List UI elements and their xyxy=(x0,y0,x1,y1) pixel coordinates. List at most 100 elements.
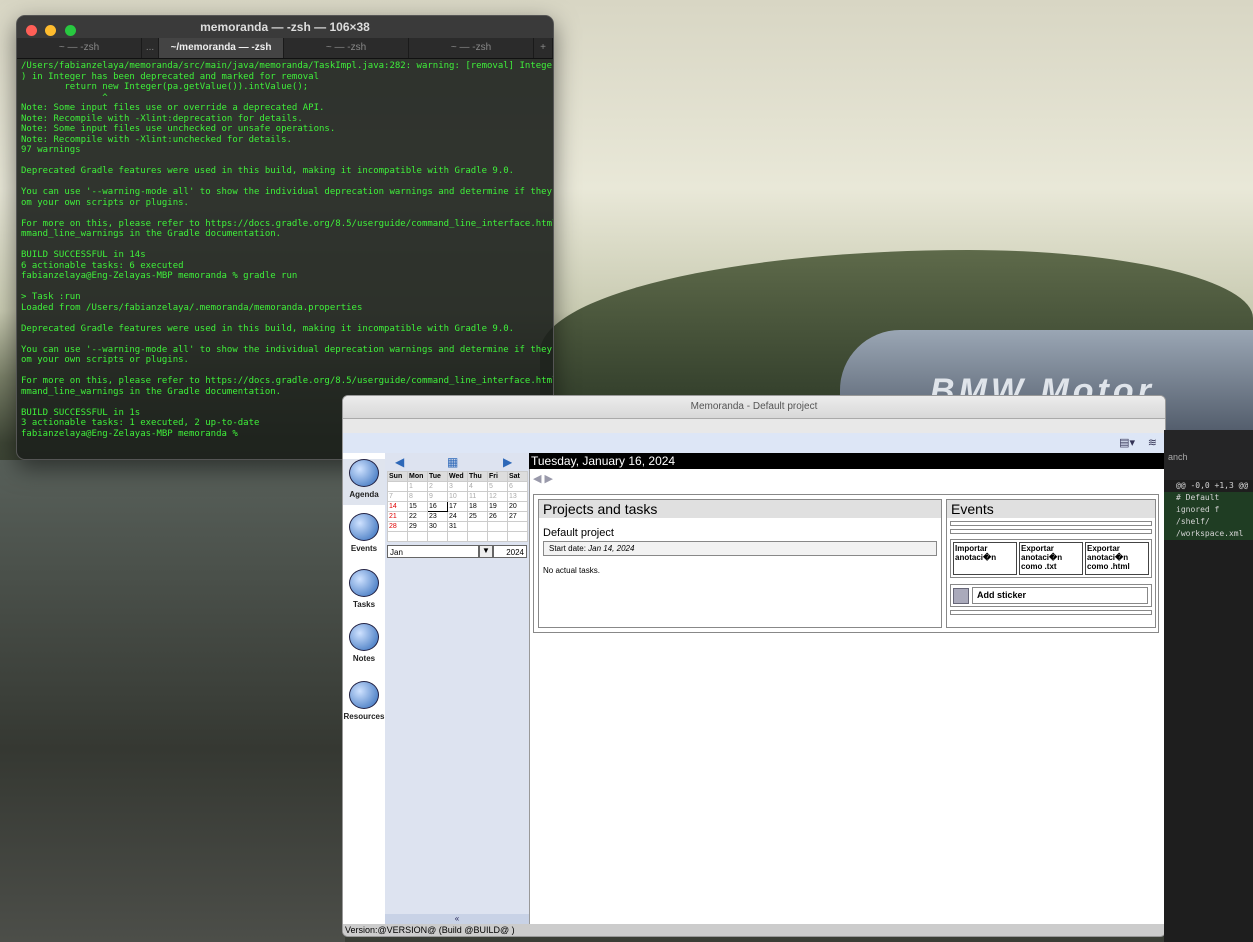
calendar-day[interactable]: 6 xyxy=(507,481,528,492)
sidebar-item-notes[interactable]: Notes xyxy=(343,623,385,663)
terminal-titlebar[interactable]: memoranda — -zsh — 106×38 xyxy=(17,16,553,38)
calendar-day[interactable] xyxy=(467,521,488,532)
version-label: Version:@VERSION@ (Build @BUILD@ ) xyxy=(343,924,1165,936)
calendar-day-selected[interactable]: 16 xyxy=(427,501,448,512)
sidebar-item-tasks[interactable]: Tasks xyxy=(343,569,385,609)
calendar-day[interactable]: 17 xyxy=(447,501,468,512)
calendar-day[interactable] xyxy=(447,531,468,542)
menubar[interactable] xyxy=(343,419,1165,433)
terminal-tab[interactable]: ~ — -zsh xyxy=(284,38,409,58)
events-heading: Events xyxy=(947,500,1155,518)
annotation-buttons: Importar anotaci�n Exportar anotaci�n co… xyxy=(950,539,1152,578)
date-header: Tuesday, January 16, 2024 xyxy=(529,453,1165,469)
month-year-selector: Jan ▼ 2024 xyxy=(387,545,527,558)
calendar-day[interactable]: 30 xyxy=(427,521,448,532)
calendar-panel: ◀ ▦ ▶ Sun Mon Tue Wed Thu Fri Sat 1 2 3 … xyxy=(385,453,530,924)
terminal-tab-active[interactable]: ~/memoranda — -zsh xyxy=(159,38,284,58)
calendar-day[interactable]: 29 xyxy=(407,521,428,532)
calendar-day[interactable]: 24 xyxy=(447,511,468,522)
divider xyxy=(950,529,1152,534)
start-date-label: Start date: xyxy=(549,544,586,553)
tab-overflow[interactable]: ... xyxy=(142,38,159,58)
calendar-day[interactable]: 20 xyxy=(507,501,528,512)
terminal-tab[interactable]: ~ — -zsh xyxy=(409,38,534,58)
weekday-header: Tue xyxy=(427,471,448,482)
calendar-day[interactable]: 2 xyxy=(427,481,448,492)
chevron-down-icon[interactable]: ▼ xyxy=(479,545,493,558)
sticker-icon[interactable] xyxy=(953,587,969,604)
year-spinner[interactable]: 2024 xyxy=(493,545,527,558)
calendar-day[interactable]: 31 xyxy=(447,521,468,532)
calendar-day[interactable] xyxy=(407,531,428,542)
project-name[interactable]: Default project xyxy=(543,527,937,539)
calendar-day[interactable]: 25 xyxy=(467,511,488,522)
calendar-day[interactable]: 9 xyxy=(427,491,448,502)
next-month-icon[interactable]: ▶ xyxy=(503,455,512,469)
sidebar-item-agenda[interactable]: Agenda xyxy=(343,459,385,505)
calendar-day[interactable]: 7 xyxy=(387,491,408,502)
today-icon[interactable]: ▦ xyxy=(447,455,458,469)
calendar-day[interactable] xyxy=(507,531,528,542)
editor-window[interactable]: anch @@ -0,0 +1,3 @@ # Default ignored f… xyxy=(1164,430,1253,942)
new-tab-button[interactable]: + xyxy=(534,38,553,58)
calendar-day[interactable]: 1 xyxy=(407,481,428,492)
import-annotation-button[interactable]: Importar anotaci�n xyxy=(953,542,1017,575)
minimize-button[interactable] xyxy=(45,25,57,36)
calendar-day[interactable] xyxy=(387,531,408,542)
calendar-day[interactable] xyxy=(487,531,508,542)
calendar-day[interactable]: 22 xyxy=(407,511,428,522)
diff-line: @@ -0,0 +1,3 @@ xyxy=(1176,481,1249,490)
memoranda-title: Memoranda - Default project xyxy=(343,396,1165,419)
calendar-day[interactable] xyxy=(467,531,488,542)
calendar-day[interactable] xyxy=(507,521,528,532)
calendar-day[interactable]: 13 xyxy=(507,491,528,502)
prev-month-icon[interactable]: ◀ xyxy=(395,455,404,469)
calendar-day[interactable] xyxy=(387,481,408,492)
export-html-button[interactable]: Exportar anotaci�n como .html xyxy=(1085,542,1149,575)
agenda-content: Projects and tasks Default project Start… xyxy=(533,494,1159,633)
terminal-title: memoranda — -zsh — 106×38 xyxy=(200,20,370,34)
branch-selector[interactable]: anch xyxy=(1164,430,1253,480)
calendar-day[interactable]: 26 xyxy=(487,511,508,522)
divider xyxy=(950,521,1152,526)
zoom-button[interactable] xyxy=(64,25,76,36)
export-txt-button[interactable]: Exportar anotaci�n como .txt xyxy=(1019,542,1083,575)
calendar-day[interactable]: 10 xyxy=(447,491,468,502)
calendar-day[interactable]: 3 xyxy=(447,481,468,492)
sidebar-item-label: Notes xyxy=(352,654,376,663)
calendar-day[interactable]: 27 xyxy=(507,511,528,522)
calendar-day[interactable]: 28 xyxy=(387,521,408,532)
collapse-icon[interactable]: ≋ xyxy=(1148,436,1157,449)
calendar-day[interactable]: 23 xyxy=(427,511,448,522)
sidebar-item-label: Events xyxy=(350,544,378,553)
calendar-day[interactable] xyxy=(487,521,508,532)
back-arrow-icon[interactable]: ◀ xyxy=(533,473,541,485)
calendar-day[interactable]: 18 xyxy=(467,501,488,512)
no-tasks-text: No actual tasks. xyxy=(543,566,600,575)
calendar-grid: Sun Mon Tue Wed Thu Fri Sat 1 2 3 4 5 6 … xyxy=(387,471,528,542)
notes-icon xyxy=(349,623,379,651)
collapse-calendar-icon[interactable]: « xyxy=(385,914,529,924)
calendar-day[interactable]: 15 xyxy=(407,501,428,512)
calendar-day[interactable]: 5 xyxy=(487,481,508,492)
clock-icon xyxy=(349,513,379,541)
calendar-day[interactable]: 21 xyxy=(387,511,408,522)
month-select[interactable]: Jan xyxy=(387,545,479,558)
calendar-day[interactable] xyxy=(427,531,448,542)
weekday-header: Mon xyxy=(407,471,428,482)
calendar-day[interactable]: 8 xyxy=(407,491,428,502)
calendar-day[interactable]: 4 xyxy=(467,481,488,492)
memoranda-window[interactable]: Memoranda - Default project ▤▾ ≋ Agenda … xyxy=(342,395,1166,937)
calendar-day[interactable]: 12 xyxy=(487,491,508,502)
calendar-day[interactable]: 14 xyxy=(387,501,408,512)
forward-arrow-icon[interactable]: ▶ xyxy=(545,473,553,485)
calendar-day[interactable]: 11 xyxy=(467,491,488,502)
weekday-header: Sat xyxy=(507,471,528,482)
sidebar-item-events[interactable]: Events xyxy=(343,513,385,553)
close-button[interactable] xyxy=(26,25,37,36)
add-sticker-button[interactable]: Add sticker xyxy=(972,587,1148,604)
terminal-window[interactable]: memoranda — -zsh — 106×38 ~ — -zsh ... ~… xyxy=(16,15,554,460)
document-icon[interactable]: ▤▾ xyxy=(1119,436,1135,449)
calendar-day[interactable]: 19 xyxy=(487,501,508,512)
sidebar-item-resources[interactable]: Resources xyxy=(343,681,385,721)
